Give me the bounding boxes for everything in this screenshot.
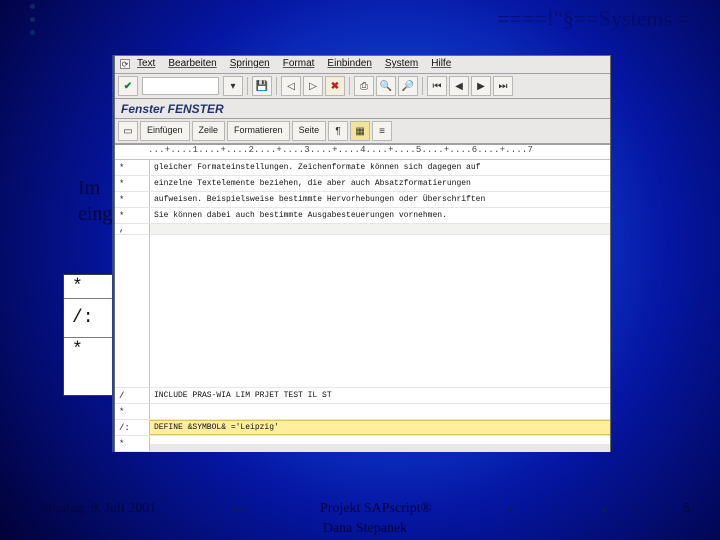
editor-row[interactable]: /:DEFINE &SYMBOL& ='Leipzig' (115, 420, 610, 436)
editor-margin: * (115, 176, 150, 191)
slide-footer: Montag, 9. Juli 2001 Projekt SAPscript® … (0, 501, 720, 537)
editor-row[interactable]: * (115, 404, 610, 420)
editor-occluded-region (115, 235, 610, 388)
find-next-icon[interactable]: 🔎 (398, 76, 418, 96)
menu-item[interactable]: Format (283, 58, 315, 69)
editor-row[interactable]: *einzelne Textelemente beziehen, die abe… (115, 176, 610, 192)
footer-dot (507, 507, 512, 512)
editor-text[interactable]: aufweisen. Beispielsweise bestimmte Herv… (150, 192, 610, 207)
line-button[interactable]: Zeile (192, 121, 226, 141)
highlight-icon[interactable]: ▦ (350, 121, 370, 141)
editor-row[interactable]: /INCLUDE PRAS-WIA LIM PRJET TEST IL ST (115, 388, 610, 404)
sap-editor-window: ⟳ Text Bearbeiten Springen Format Einbinden S… (114, 55, 611, 452)
editor-text[interactable]: gleicher Formateinstellungen. Zeichenfor… (150, 160, 610, 175)
editor-text[interactable]: Sie können dabei auch bestimmte Ausgabes… (150, 208, 610, 223)
refresh-icon[interactable]: ⟳ (120, 59, 130, 69)
editor-margin: * (115, 208, 150, 223)
cancel-icon[interactable]: ✖ (325, 76, 345, 96)
paragraph-icon[interactable]: ≡ (372, 121, 392, 141)
editor-row[interactable]: *Sie können dabei auch bestimmte Ausgabe… (115, 208, 610, 224)
next-page-icon[interactable]: ▶ (471, 76, 491, 96)
bullet-dot (30, 17, 35, 22)
footer-dot (232, 507, 237, 512)
footer-pagenum: 5 (683, 501, 690, 517)
footer-project: Projekt SAPscript® (320, 501, 431, 517)
dropdown-icon[interactable]: ▾ (223, 76, 243, 96)
footer-date: Montag, 9. Juli 2001 (40, 501, 156, 517)
menu-bar: Text Bearbeiten Springen Format Einbinden Sys… (115, 56, 610, 74)
find-icon[interactable]: 🔍 (376, 76, 396, 96)
menu-item[interactable]: System (385, 58, 418, 69)
editor-row-sep: , (115, 224, 610, 235)
menu-item[interactable]: Einbinden (327, 58, 371, 69)
menu-item[interactable]: Text (137, 58, 155, 69)
menu-item[interactable]: Bearbeiten (168, 58, 216, 69)
side-bullet-dots (30, 4, 35, 43)
format-button[interactable]: Formatieren (227, 121, 290, 141)
last-page-icon[interactable]: ⏭ (493, 76, 513, 96)
editor-toolbar: ▭ Einfügen Zeile Formatieren Seite ¶ ▦ ≡ (115, 119, 610, 144)
char-format-icon[interactable]: ¶ (328, 121, 348, 141)
editor-row[interactable]: *aufweisen. Beispielsweise bestimmte Her… (115, 192, 610, 208)
footer-dot (239, 507, 244, 512)
editor-margin: * (115, 404, 150, 419)
editor-text[interactable] (150, 436, 610, 451)
footer-dot (602, 507, 607, 512)
save-icon[interactable]: 💾 (252, 76, 272, 96)
editor-text[interactable] (150, 404, 610, 419)
editor-row[interactable]: * (115, 436, 610, 452)
bullet-dot (30, 30, 35, 35)
editor-text[interactable]: einzelne Textelemente beziehen, die aber… (150, 176, 610, 191)
exit-icon[interactable]: ▷ (303, 76, 323, 96)
window-title: Fenster FENSTER (115, 99, 610, 119)
bullet-dot (30, 4, 35, 9)
header-brand-text: ====!"§==Systems = (497, 6, 690, 32)
editor-ruler: ...+....1....+....2....+....3....+....4.… (115, 145, 610, 160)
footer-author: Dana Stepanek (323, 521, 407, 536)
editor-margin: * (115, 160, 150, 175)
editor-row[interactable]: *gleicher Formateinstellungen. Zeichenfo… (115, 160, 610, 176)
editor-margin: * (115, 436, 150, 451)
editor-text[interactable]: INCLUDE PRAS-WIA LIM PRJET TEST IL ST (150, 388, 610, 403)
menu-item[interactable]: Springen (230, 58, 270, 69)
back-icon[interactable]: ◁ (281, 76, 301, 96)
page-button[interactable]: Seite (292, 121, 327, 141)
main-toolbar: ✔ ▾ 💾 ◁ ▷ ✖ ⎙ 🔍 🔎 ⏮ ◀ ▶ ⏭ (115, 74, 610, 99)
first-page-icon[interactable]: ⏮ (427, 76, 447, 96)
insert-button[interactable]: Einfügen (140, 121, 190, 141)
prev-page-icon[interactable]: ◀ (449, 76, 469, 96)
ok-icon[interactable]: ✔ (118, 76, 138, 96)
select-icon[interactable]: ▭ (118, 121, 138, 141)
print-icon[interactable]: ⎙ (354, 76, 374, 96)
sapscript-editor[interactable]: ...+....1....+....2....+....3....+....4.… (115, 144, 610, 444)
editor-margin: / (115, 388, 150, 403)
command-field[interactable] (142, 77, 219, 95)
editor-margin: /: (115, 420, 150, 435)
editor-text[interactable]: DEFINE &SYMBOL& ='Leipzig' (150, 420, 610, 435)
menu-item[interactable]: Hilfe (431, 58, 451, 69)
editor-margin: * (115, 192, 150, 207)
